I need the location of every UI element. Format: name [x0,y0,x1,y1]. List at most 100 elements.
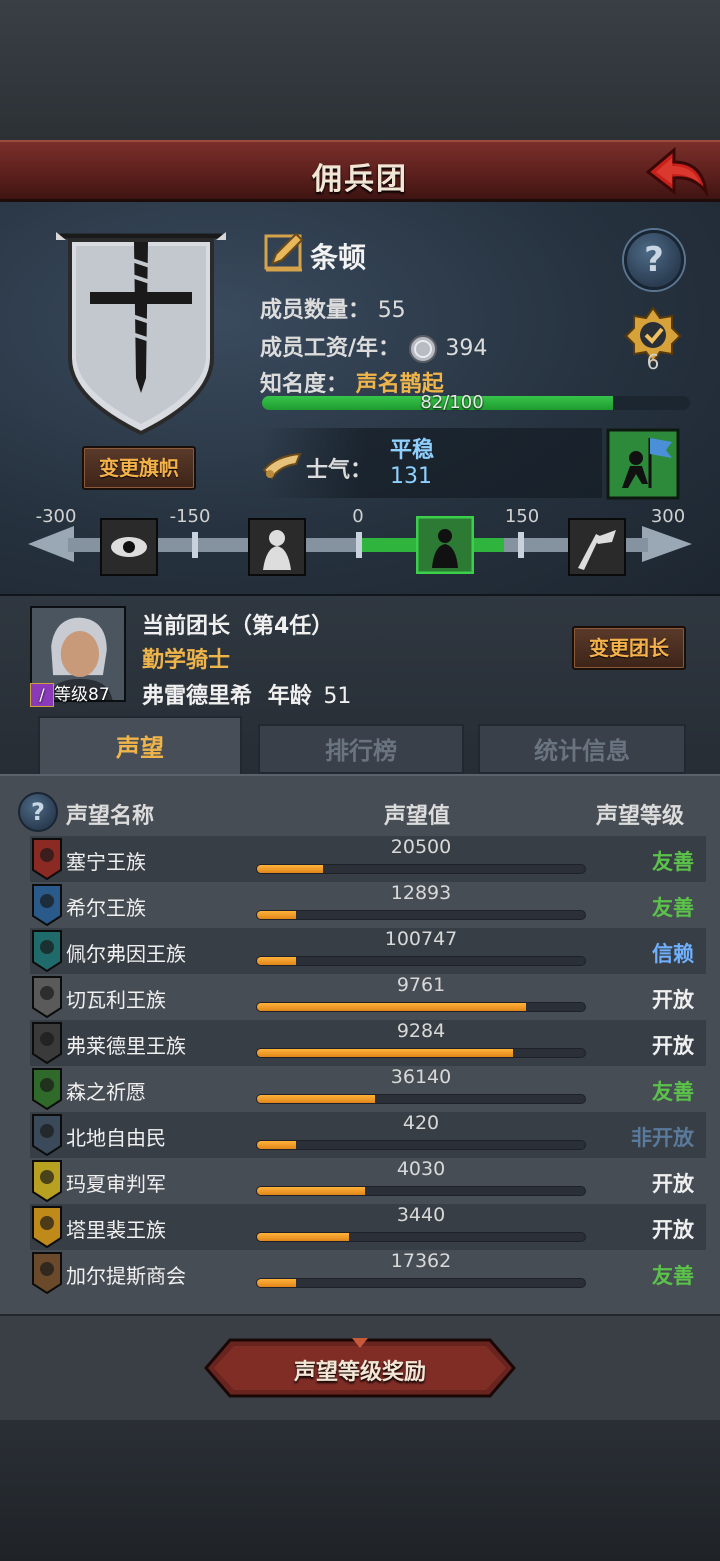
faction-emblem-icon [32,1160,62,1202]
faction-reputation-bar [256,1140,586,1150]
tab-ranking[interactable]: 排行榜 [258,724,464,774]
faction-reputation-fill [257,1049,513,1057]
faction-reputation-fill [257,911,297,919]
captain-level: / 等级87 [30,680,110,707]
tab-reputation[interactable]: 声望 [38,716,242,774]
col-header-value: 声望值 [384,804,451,829]
faction-reputation-level: 开放 [652,1172,694,1196]
faction-reputation-bar [256,1094,586,1104]
morale-level-afraid-icon[interactable] [248,518,306,576]
faction-name: 塔里裴王族 [66,1218,166,1242]
faction-name: 弗莱德里王族 [66,1034,186,1058]
top-background [0,0,720,140]
scale-label-min: -300 [35,506,77,527]
faction-reputation-bar [256,1232,586,1242]
help-button[interactable]: ? [624,230,684,290]
faction-reputation-level: 信赖 [652,942,694,966]
reputation-row[interactable]: 加尔提斯商会 17362 友善 [30,1250,706,1296]
faction-reputation-bar [256,1002,586,1012]
col-header-level: 声望等级 [596,804,685,829]
morale-level-terrified-icon[interactable] [100,518,158,576]
faction-reputation-fill [257,1141,297,1149]
captain-class: 勤学骑士 [142,648,231,673]
header-bar: 佣兵团 [0,140,720,202]
faction-reputation-level: 开放 [652,1034,694,1058]
reputation-help-button[interactable]: ? [18,792,58,832]
faction-emblem-icon [32,884,62,926]
faction-reputation-level: 友善 [652,1080,694,1104]
members-label: 成员数量： [260,298,371,323]
morale-flag-icon[interactable] [606,428,680,500]
faction-reputation-value: 12893 [390,882,452,904]
faction-reputation-fill [257,1003,526,1011]
reputation-row[interactable]: 北地自由民 420 非开放 [30,1112,706,1158]
faction-reputation-bar [256,864,586,874]
reputation-row[interactable]: 弗莱德里王族 9284 开放 [30,1020,706,1066]
faction-reputation-level: 非开放 [631,1126,694,1150]
tab-statistics[interactable]: 统计信息 [478,724,686,774]
company-name: 条顿 [310,241,367,274]
wage-stat: 成员工资/年： 394 [260,330,487,364]
faction-reputation-bar [256,1278,586,1288]
faction-reputation-bar [256,956,586,966]
edit-pencil-icon[interactable] [262,230,306,274]
faction-reputation-level: 开放 [652,1218,694,1242]
faction-reputation-value: 36140 [390,1066,452,1088]
back-arrow-icon[interactable] [644,146,710,198]
fame-progress-text: 82/100 [420,392,484,413]
page-title: 佣兵团 [312,162,408,197]
faction-reputation-value: 3440 [396,1204,446,1226]
bottom-background [0,1420,720,1561]
captain-age-value: 51 [323,684,352,709]
faction-reputation-bar [256,910,586,920]
faction-name: 森之祈愿 [66,1080,146,1104]
captain-name: 弗雷德里希 [142,684,253,709]
scale-label-low: -150 [169,506,211,527]
faction-emblem-icon [32,930,62,972]
faction-emblem-icon [32,838,62,880]
morale-state: 平稳 [390,438,435,463]
faction-emblem-icon [32,1022,62,1064]
faction-reputation-value: 420 [402,1112,440,1134]
faction-name: 北地自由民 [66,1126,166,1150]
reputation-reward-label: 声望等级奖励 [293,1360,426,1385]
faction-emblem-icon [32,1114,62,1156]
reputation-row[interactable]: 塞宁王族 20500 友善 [30,836,706,882]
staff-icon: / [30,683,54,707]
faction-name: 塞宁王族 [66,850,146,874]
reputation-list-header: ? 声望名称 声望值 声望等级 [0,788,720,836]
tab-bar: 声望 排行榜 统计信息 [30,716,694,774]
faction-reputation-value: 9284 [396,1020,446,1042]
morale-level-confident-icon[interactable] [568,518,626,576]
captain-name-age: 弗雷德里希 年龄 51 [142,678,351,710]
faction-reputation-level: 开放 [652,988,694,1012]
col-header-name: 声望名称 [66,804,155,829]
faction-reputation-value: 17362 [390,1250,452,1272]
faction-name: 玛夏审判军 [66,1172,166,1196]
silver-coin-icon [408,335,437,363]
faction-reputation-fill [257,1187,366,1195]
scale-label-zero: 0 [352,506,364,527]
morale-level-steady-icon[interactable] [416,516,474,574]
scale-label-high: 150 [504,506,540,527]
faction-reputation-fill [257,865,323,873]
reputation-row[interactable]: 切瓦利王族 9761 开放 [30,974,706,1020]
faction-emblem-icon [32,1206,62,1248]
faction-reputation-bar [256,1048,586,1058]
faction-name: 加尔提斯商会 [66,1264,186,1288]
change-banner-button[interactable]: 变更旗帜 [82,446,196,490]
members-value: 55 [377,298,406,323]
faction-reputation-value: 4030 [396,1158,446,1180]
company-banner-shield [56,232,226,436]
faction-reputation-fill [257,1095,376,1103]
change-captain-button[interactable]: 变更团长 [572,626,686,670]
reputation-row[interactable]: 玛夏审判军 4030 开放 [30,1158,706,1204]
reputation-row[interactable]: 塔里裴王族 3440 开放 [30,1204,706,1250]
reputation-row[interactable]: 森之祈愿 36140 友善 [30,1066,706,1112]
reputation-row[interactable]: 佩尔弗因王族 100747 信赖 [30,928,706,974]
faction-name: 佩尔弗因王族 [66,942,186,966]
reputation-row[interactable]: 希尔王族 12893 友善 [30,882,706,928]
faction-emblem-icon [32,1068,62,1110]
faction-reputation-level: 友善 [652,1264,694,1288]
morale-label: 士气： [306,458,373,483]
